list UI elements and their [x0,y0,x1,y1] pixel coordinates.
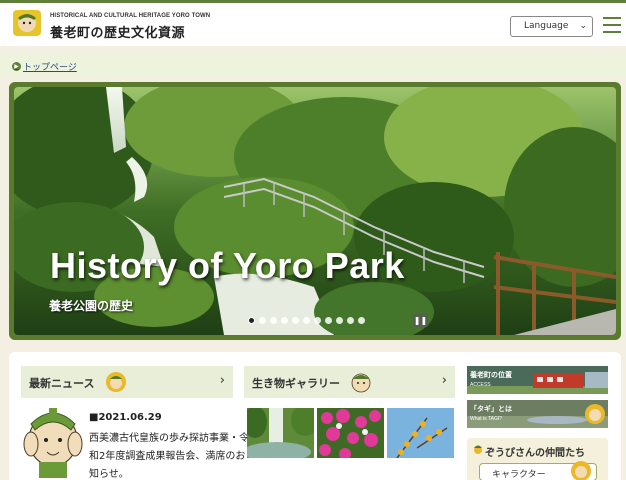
slider-dot[interactable] [281,317,288,324]
slider-dot[interactable] [314,317,321,324]
slider-dot[interactable] [303,317,310,324]
news-section-header[interactable]: 最新ニュース › [21,366,233,398]
breadcrumb: ▶ トップページ [0,54,626,78]
mascot-small-icon [474,445,482,454]
gallery-thumb-flowers[interactable] [317,408,384,458]
friends-section: ぞうぴさんの仲間たち キャラクター [467,438,608,480]
tagi-banner[interactable]: 「タギ」とは What is TAGI? [467,400,608,428]
gallery-thumb-waterfall[interactable] [247,408,314,458]
pause-icon[interactable]: ❚❚ [413,314,428,327]
slider-dot[interactable] [270,317,277,324]
slider-dot[interactable] [336,317,343,324]
character-button-label: キャラクター [492,470,546,480]
slider-dot[interactable] [259,317,266,324]
location-sub: ACCESS [470,382,491,388]
gallery-heading: 生き物ギャラリー [252,377,340,390]
news-link[interactable]: 西美濃古代皇族の歩み探訪事業・令和2年度調査成果報告会、満席のお知らせ。 [89,430,249,480]
tagi-sub: What is TAGI? [470,416,503,422]
site-logo[interactable] [12,9,42,43]
slider-dot[interactable] [347,317,354,324]
menu-icon[interactable] [603,17,621,35]
chevron-down-icon: ⌄ [579,21,587,31]
mascot-illustration [21,404,85,480]
mascot-badge-icon [351,373,371,393]
language-label: Language [524,21,569,31]
chevron-right-icon: › [441,373,447,388]
mascot-badge-icon [106,372,126,392]
slider-dot[interactable] [325,317,332,324]
site-title[interactable]: 養老町の歴史文化資源 [50,22,185,41]
character-face-icon [571,461,591,480]
chevron-right-icon: › [219,373,225,388]
slider-dot[interactable] [248,317,255,324]
slider-dot[interactable] [358,317,365,324]
location-label: 養老町の位置 [470,371,512,379]
slider-dot[interactable] [292,317,299,324]
tagi-label: 「タギ」とは [470,405,512,413]
hero-subtitle: 養老公園の歴史 [49,299,134,313]
breadcrumb-home-link[interactable]: ▶ トップページ [12,60,77,73]
language-select[interactable]: Language ⌄ [510,16,593,37]
slider-dots [248,317,365,324]
location-banner[interactable]: 養老町の位置 ACCESS [467,366,608,394]
news-date: ■2021.06.29 [89,412,162,423]
main-content: 最新ニュース › ■2021.06.29 西美濃古代皇族の歩み探訪事業・令和2年… [9,352,621,480]
hero-slider: History of Yoro Park 養老公園の歴史 ❚❚ [9,82,621,340]
breadcrumb-home-label: トップページ [23,63,77,73]
arrow-right-icon: ▶ [12,62,21,71]
character-button[interactable]: キャラクター [479,461,597,480]
friends-title: ぞうぴさんの仲間たち [485,448,585,459]
hero-slide[interactable]: History of Yoro Park 養老公園の歴史 ❚❚ [14,87,616,335]
gallery-section-header[interactable]: 生き物ギャラリー › [244,366,455,398]
news-heading: 最新ニュース [29,377,95,390]
hero-title: History of Yoro Park [50,245,405,286]
site-header: HISTORICAL AND CULTURAL HERITAGE YORO TO… [0,0,626,46]
gallery-thumb-berries[interactable] [387,408,454,458]
site-subtitle: HISTORICAL AND CULTURAL HERITAGE YORO TO… [50,13,211,19]
